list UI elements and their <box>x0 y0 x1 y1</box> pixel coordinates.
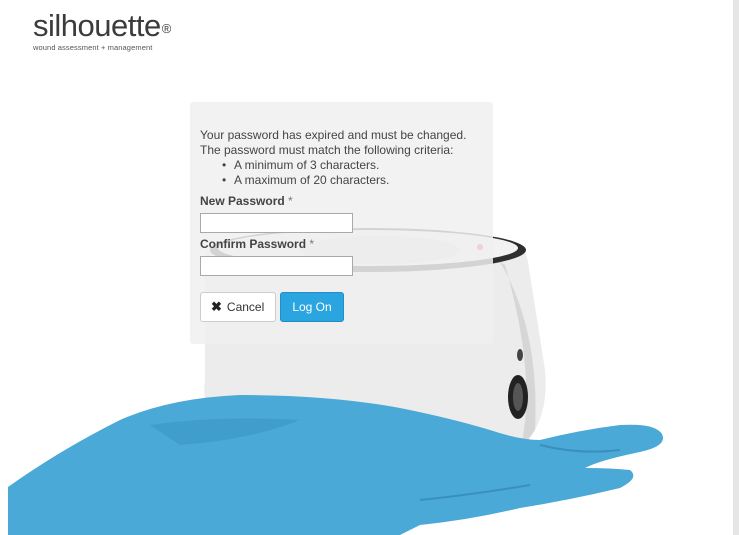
new-password-input[interactable] <box>200 213 353 233</box>
criteria-list: A minimum of 3 characters. A maximum of … <box>200 158 483 188</box>
required-marker: * <box>309 237 315 251</box>
password-change-dialog: Your password has expired and must be ch… <box>190 102 493 344</box>
page-edge <box>733 0 739 535</box>
required-marker: * <box>288 194 293 208</box>
confirm-password-input[interactable] <box>200 256 353 276</box>
new-password-label: New Password * <box>200 194 483 208</box>
dialog-buttons: ✖ Cancel Log On <box>200 292 483 322</box>
expired-message: Your password has expired and must be ch… <box>200 128 467 142</box>
log-on-button[interactable]: Log On <box>280 292 344 322</box>
cancel-button[interactable]: ✖ Cancel <box>200 292 276 322</box>
criteria-item: A minimum of 3 characters. <box>222 158 483 173</box>
new-password-label-text: New Password <box>200 194 285 208</box>
cancel-button-label: Cancel <box>226 300 265 314</box>
confirm-password-label: Confirm Password * <box>200 237 483 251</box>
criteria-intro: The password must match the following cr… <box>200 143 454 157</box>
criteria-item: A maximum of 20 characters. <box>222 173 483 188</box>
confirm-password-label-text: Confirm Password <box>200 237 307 251</box>
close-icon: ✖ <box>211 299 222 314</box>
gloved-hand-image <box>8 395 664 535</box>
